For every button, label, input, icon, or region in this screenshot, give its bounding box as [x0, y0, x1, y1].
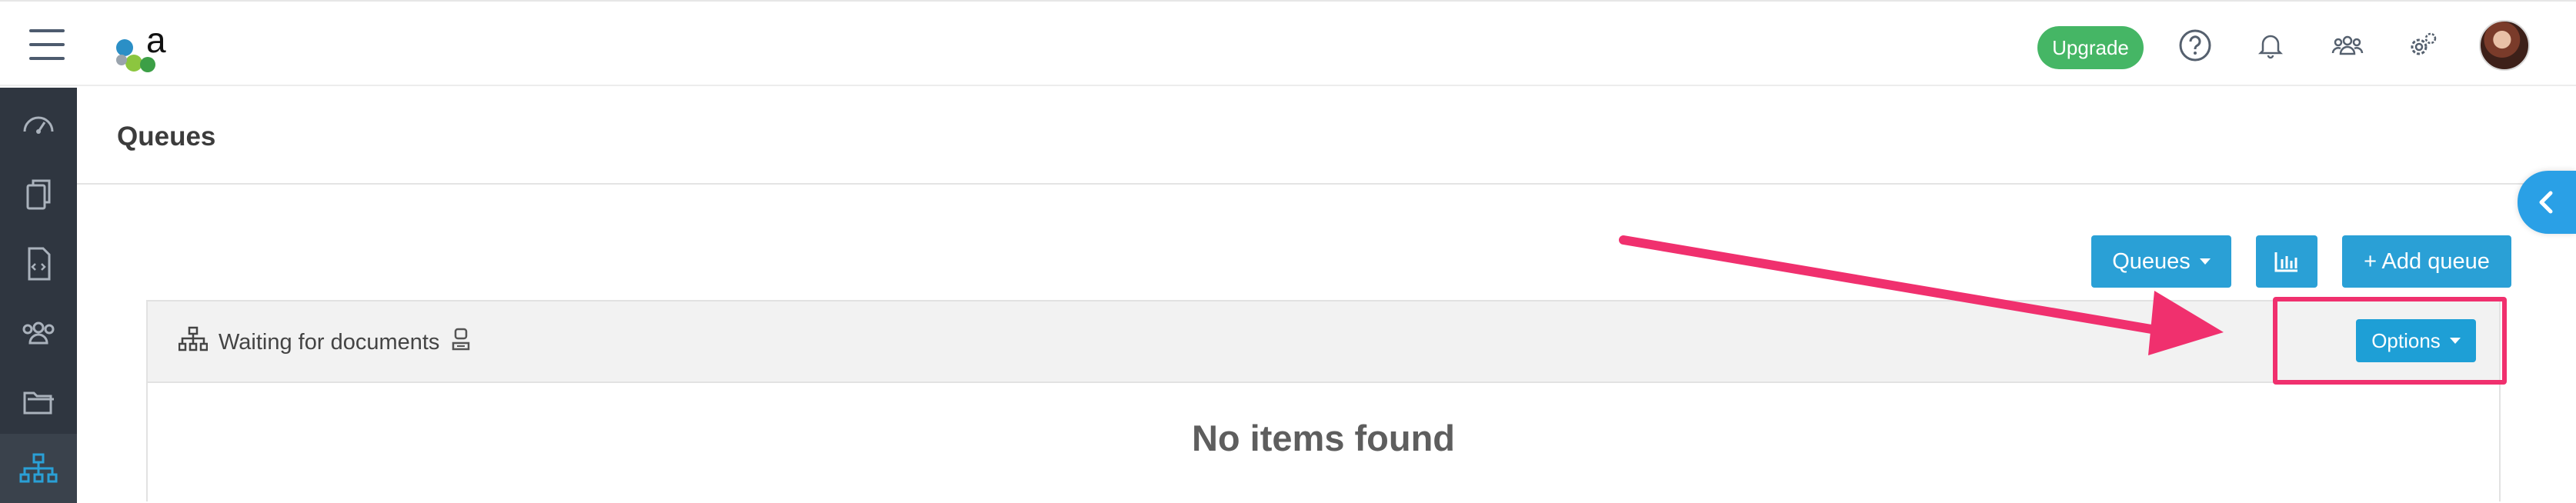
caret-down-icon — [2449, 338, 2461, 344]
upgrade-button[interactable]: Upgrade — [2037, 26, 2144, 69]
code-file-icon — [28, 247, 51, 281]
empty-state-message: No items found — [1191, 418, 1456, 458]
stats-button[interactable] — [2256, 235, 2317, 288]
queue-panel: Waiting for documents No items found — [146, 300, 2501, 501]
sidebar-item-folders[interactable] — [0, 368, 77, 437]
options-label: Options — [2371, 328, 2441, 352]
folder-icon — [23, 391, 54, 415]
collapse-panel-button[interactable] — [2518, 171, 2576, 234]
options-dropdown-button[interactable]: Options — [2356, 319, 2476, 362]
help-icon[interactable] — [2177, 28, 2213, 63]
bar-chart-icon — [2274, 252, 2297, 272]
queues-dropdown-button[interactable]: Queues — [2091, 235, 2231, 288]
dashboard-icon — [23, 116, 54, 134]
svg-text:a: a — [146, 20, 166, 60]
add-queue-button[interactable]: + Add queue — [2342, 235, 2511, 288]
documents-icon — [26, 179, 51, 210]
user-avatar[interactable] — [2479, 20, 2530, 71]
caret-down-icon — [2199, 258, 2211, 265]
queues-icon — [19, 453, 58, 483]
chevron-left-icon — [2539, 191, 2553, 214]
team-icon[interactable] — [2330, 28, 2365, 63]
sidebar-item-dashboard[interactable] — [0, 91, 77, 160]
left-sidebar — [0, 88, 77, 503]
bell-icon[interactable] — [2253, 28, 2288, 63]
hamburger-menu-icon[interactable] — [29, 29, 65, 60]
hierarchy-icon — [179, 326, 208, 351]
user-badge-icon — [452, 328, 469, 351]
queue-name: Waiting for documents — [219, 328, 471, 355]
queue-name-label: Waiting for documents — [219, 330, 440, 355]
queue-panel-header: Waiting for documents — [148, 301, 2499, 383]
users-icon — [22, 321, 55, 345]
top-header: a Upgrade — [0, 0, 2576, 86]
sidebar-item-documents[interactable] — [0, 160, 77, 229]
sidebar-item-code-file[interactable] — [0, 229, 77, 298]
settings-icon[interactable] — [2405, 28, 2441, 63]
app-logo[interactable]: a — [114, 18, 179, 74]
queues-dropdown-label: Queues — [2112, 248, 2191, 274]
sidebar-item-users[interactable] — [0, 298, 77, 368]
page-title-bar: Queues — [77, 88, 2576, 185]
page-title: Queues — [117, 122, 216, 152]
sidebar-item-queues[interactable] — [0, 434, 77, 503]
